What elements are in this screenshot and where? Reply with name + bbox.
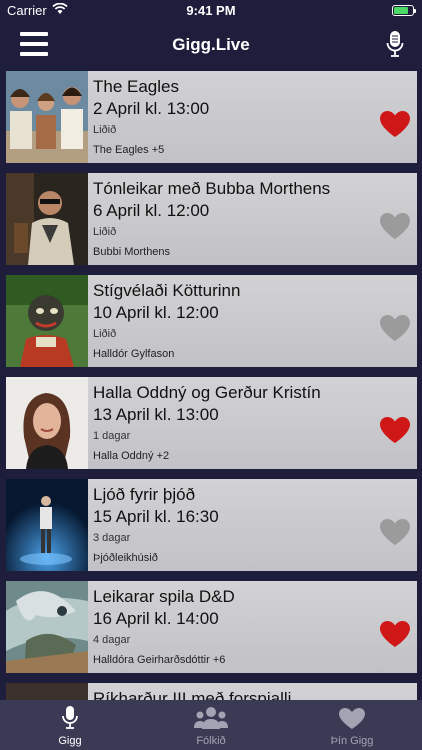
heart-icon[interactable] [379,110,411,138]
event-date: 10 April kl. 12:00 [93,303,219,322]
event-card[interactable]: Ríkharður III með forspjalli [6,683,417,700]
tab-label: Þín Gigg [330,735,374,747]
heart-icon[interactable] [379,620,411,648]
heart-icon [339,708,365,729]
event-status: Liðið [93,226,117,238]
event-date: 13 April kl. 13:00 [93,405,219,424]
heart-icon[interactable] [379,416,411,444]
event-thumbnail [6,377,88,469]
tab-label: Gigg [58,735,82,747]
event-artists: The Eagles +5 [93,144,165,156]
event-title: Ríkharður III með forspjalli [93,689,292,700]
event-status: 4 dagar [93,634,131,646]
status-bar: Carrier 9:41 PM [0,0,422,22]
people-icon [194,707,228,729]
heart-icon[interactable] [379,314,411,342]
battery-icon [392,5,416,16]
event-thumbnail [6,275,88,367]
event-status: Liðið [93,124,117,136]
event-status: Liðið [93,328,117,340]
heart-icon[interactable] [379,212,411,240]
event-card[interactable]: Tónleikar með Bubba Morthens 6 April kl.… [6,173,417,265]
event-title: The Eagles [93,77,179,96]
tab-folkid[interactable]: Fólkið [141,700,281,750]
event-artists: Halldóra Geirharðsdóttir +6 [93,654,226,666]
event-list[interactable]: The Eagles 2 April kl. 13:00 Liðið The E… [0,71,422,700]
tab-thin-gigg[interactable]: Þín Gigg [282,700,422,750]
event-artists: Halla Oddný +2 [93,450,170,462]
event-date: 15 April kl. 16:30 [93,507,219,526]
heart-icon[interactable] [379,518,411,546]
event-thumbnail [6,479,88,571]
app-title: Gigg.Live [172,35,250,54]
tab-gigg[interactable]: Gigg [0,700,140,750]
event-date: 6 April kl. 12:00 [93,201,210,220]
event-artists: Bubbi Morthens [93,246,171,258]
event-card[interactable]: The Eagles 2 April kl. 13:00 Liðið The E… [6,71,417,163]
event-status: 1 dagar [93,430,131,442]
tab-label: Fólkið [196,735,226,747]
microphone-icon [62,706,78,729]
status-time: 9:41 PM [186,3,236,18]
event-title: Ljóð fyrir þjóð [93,485,196,504]
event-thumbnail [6,173,88,265]
event-title: Leikarar spila D&D [93,587,235,606]
event-date: 16 April kl. 14:00 [93,609,219,628]
event-card[interactable]: Leikarar spila D&D 16 April kl. 14:00 4 … [6,581,417,673]
event-thumbnail [6,71,88,163]
event-thumbnail [6,581,88,673]
event-card[interactable]: Ljóð fyrir þjóð 15 April kl. 16:30 3 dag… [6,479,417,571]
event-artists: Þjóðleikhúsið [93,552,158,564]
event-card[interactable]: Halla Oddný og Gerður Kristín 13 April k… [6,377,417,469]
event-artists: Halldór Gylfason [93,348,175,360]
navigation-bar: Gigg.Live [0,22,422,68]
event-title: Halla Oddný og Gerður Kristín [93,383,321,402]
event-title: Stígvélaði Kötturinn [93,281,241,300]
event-title: Tónleikar með Bubba Morthens [93,179,331,198]
event-card[interactable]: Stígvélaði Kötturinn 10 April kl. 12:00 … [6,275,417,367]
tab-bar: Gigg Fólkið Þín Gigg [0,700,422,750]
microphone-icon[interactable] [386,30,404,58]
event-date: 2 April kl. 13:00 [93,99,210,118]
event-status: 3 dagar [93,532,131,544]
event-thumbnail [6,683,88,700]
